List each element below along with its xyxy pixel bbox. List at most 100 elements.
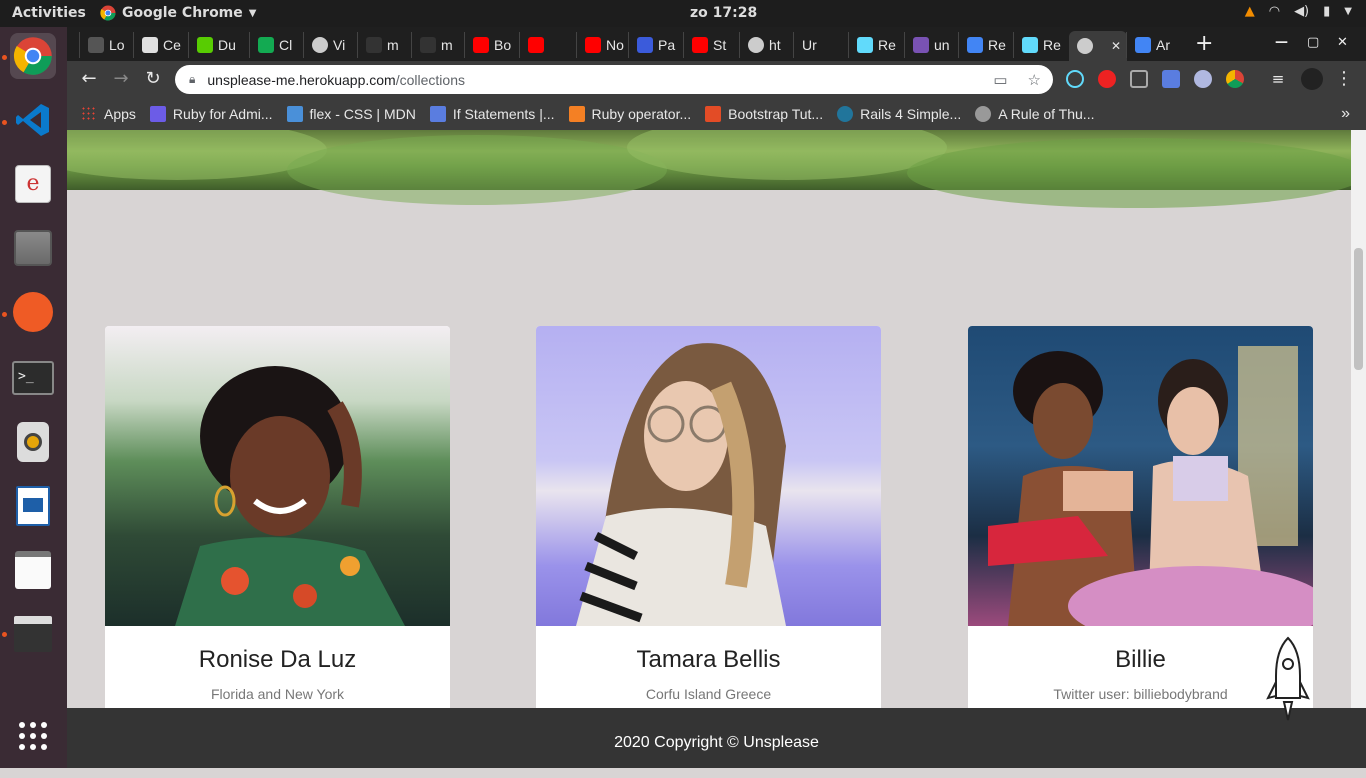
tab[interactable]: Ur bbox=[793, 32, 845, 58]
bookmark-item[interactable]: Rails 4 Simple... bbox=[837, 106, 961, 122]
tab[interactable]: m bbox=[357, 32, 409, 58]
vlc-icon[interactable]: ▲ bbox=[1245, 4, 1255, 19]
tab-label: Ce bbox=[163, 37, 181, 53]
back-button[interactable]: ← bbox=[78, 69, 100, 89]
tab-label: Bo bbox=[494, 37, 512, 53]
collection-photo[interactable] bbox=[105, 326, 450, 626]
tab[interactable]: Vi bbox=[303, 32, 355, 58]
translate-icon[interactable] bbox=[1162, 70, 1180, 88]
app-name: Google Chrome bbox=[122, 5, 243, 21]
collection-photo[interactable] bbox=[968, 326, 1313, 626]
bookmark-item[interactable]: If Statements |... bbox=[429, 106, 555, 122]
collection-name[interactable]: Ronise Da Luz bbox=[105, 646, 450, 674]
tab[interactable] bbox=[519, 32, 571, 58]
bookmarks-overflow-button[interactable]: » bbox=[1341, 105, 1350, 123]
lock-icon[interactable]: 🔒︎ bbox=[189, 72, 195, 87]
collection-description: Florida and New York bbox=[210, 686, 345, 702]
cast-icon[interactable]: ▭ bbox=[993, 71, 1007, 89]
tab[interactable]: Re bbox=[848, 32, 900, 58]
tab[interactable]: No bbox=[576, 32, 628, 58]
dock-terminal[interactable]: >_ bbox=[10, 355, 56, 401]
close-icon[interactable]: ✕ bbox=[1337, 35, 1348, 50]
collection-card[interactable]: Billie Twitter user: billiebodybrand bbox=[968, 326, 1313, 708]
tab[interactable]: m bbox=[411, 32, 463, 58]
dock-text-editor[interactable]: e bbox=[10, 161, 56, 207]
tab-label: Ur bbox=[802, 37, 817, 53]
activities-button[interactable]: Activities bbox=[12, 5, 86, 21]
tab[interactable]: Ce bbox=[133, 32, 185, 58]
tab[interactable]: Pa bbox=[628, 32, 680, 58]
collection-card[interactable]: Ronise Da Luz Florida and New York bbox=[105, 326, 450, 708]
close-tab-icon[interactable]: ✕ bbox=[1111, 39, 1121, 53]
tab[interactable]: un bbox=[904, 32, 956, 58]
extension-icon[interactable] bbox=[1194, 70, 1212, 88]
pocket-icon[interactable] bbox=[1130, 70, 1148, 88]
dock-libreoffice-writer[interactable] bbox=[10, 483, 56, 529]
tab[interactable]: Cl bbox=[249, 32, 301, 58]
tab[interactable]: Ar bbox=[1126, 32, 1178, 58]
reading-list-icon[interactable]: ≡ bbox=[1267, 69, 1289, 89]
globe-icon bbox=[975, 106, 992, 122]
dock-rhythmbox[interactable] bbox=[10, 419, 56, 465]
reload-button[interactable]: ↻ bbox=[142, 69, 164, 89]
notepad-icon bbox=[15, 551, 51, 589]
new-tab-button[interactable]: + bbox=[1195, 31, 1213, 56]
dock-files[interactable] bbox=[10, 225, 56, 271]
chevron-down-icon: ▼ bbox=[1344, 6, 1352, 17]
tab[interactable]: Bo bbox=[464, 32, 516, 58]
react-devtools-icon[interactable] bbox=[1066, 70, 1084, 88]
dock-chrome[interactable] bbox=[10, 33, 56, 79]
collection-name[interactable]: Billie bbox=[968, 646, 1313, 674]
address-bar[interactable]: 🔒︎ unsplease-me.herokuapp.com /collectio… bbox=[175, 65, 1053, 94]
bookmark-item[interactable]: Apps bbox=[81, 106, 136, 122]
tab[interactable]: ht bbox=[739, 32, 791, 58]
tab[interactable]: Lo bbox=[79, 32, 131, 58]
wordpress-icon bbox=[837, 106, 854, 122]
minimize-icon[interactable]: — bbox=[1275, 35, 1288, 50]
maximize-icon[interactable]: ▢ bbox=[1307, 35, 1319, 50]
bookmark-label: A Rule of Thu... bbox=[998, 106, 1095, 122]
bookmark-item[interactable]: flex - CSS | MDN bbox=[286, 106, 416, 122]
menu-icon[interactable]: ⋮ bbox=[1333, 69, 1355, 89]
dock-video-editor[interactable] bbox=[10, 611, 56, 657]
bookmark-item[interactable]: A Rule of Thu... bbox=[975, 106, 1094, 122]
system-tray[interactable]: ▲ ◠ ◀) ▮ ▼ bbox=[1245, 4, 1352, 19]
collection-name[interactable]: Tamara Bellis bbox=[536, 646, 881, 674]
forward-button[interactable]: → bbox=[110, 69, 132, 89]
bookmark-label: Ruby operator... bbox=[591, 106, 692, 122]
dock-notes[interactable] bbox=[10, 547, 56, 593]
show-applications-button[interactable] bbox=[10, 713, 56, 759]
chrome-extension-icon[interactable] bbox=[1226, 70, 1244, 88]
tab[interactable]: Du bbox=[188, 32, 240, 58]
scrollbar-thumb[interactable] bbox=[1354, 248, 1363, 370]
tab-label: Vi bbox=[333, 37, 346, 53]
dock-vscode[interactable] bbox=[10, 97, 56, 143]
app-menu[interactable]: Google Chrome ▼ bbox=[100, 5, 256, 21]
tab-label: St bbox=[713, 37, 727, 53]
w3-icon bbox=[705, 106, 722, 122]
tab[interactable]: St bbox=[683, 32, 735, 58]
scroll-to-top-rocket-icon[interactable] bbox=[1266, 636, 1310, 724]
globe-icon bbox=[1077, 38, 1093, 54]
mongodb-icon bbox=[258, 37, 274, 53]
doc-icon bbox=[142, 37, 158, 53]
bookmark-item[interactable]: Ruby for Admi... bbox=[149, 106, 273, 122]
bookmark-item[interactable]: Ruby operator... bbox=[568, 106, 692, 122]
tab[interactable]: Re bbox=[1013, 32, 1065, 58]
bookmark-star-icon[interactable]: ☆ bbox=[1028, 71, 1041, 89]
page-scrollbar[interactable] bbox=[1351, 130, 1366, 708]
collection-description: Twitter user: billiebodybrand bbox=[1053, 686, 1228, 702]
bookmark-item[interactable]: Bootstrap Tut... bbox=[705, 106, 823, 122]
avatar[interactable] bbox=[1301, 68, 1323, 90]
collection-card[interactable]: Tamara Bellis Corfu Island Greece bbox=[536, 326, 881, 708]
tab-label: Pa bbox=[658, 37, 676, 53]
tab-label: Ar bbox=[1156, 37, 1170, 53]
adblock-icon[interactable] bbox=[1098, 70, 1116, 88]
google-icon bbox=[967, 37, 983, 53]
collection-photo[interactable] bbox=[536, 326, 881, 626]
dock-postman[interactable] bbox=[10, 289, 56, 335]
tab[interactable]: ✕ bbox=[1069, 31, 1127, 61]
generic-icon bbox=[637, 37, 653, 53]
tab[interactable]: Re bbox=[958, 32, 1010, 58]
clock[interactable]: zo 17:28 bbox=[690, 5, 757, 21]
